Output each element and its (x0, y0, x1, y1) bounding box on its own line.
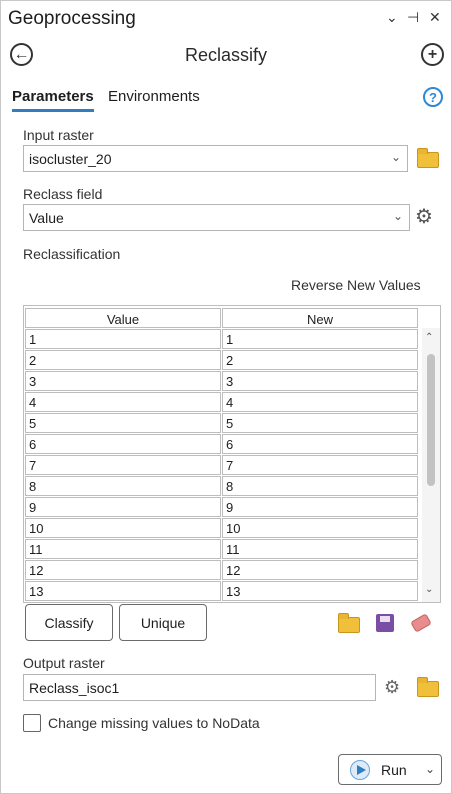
load-folder-icon[interactable] (338, 613, 360, 633)
value-cell[interactable]: 8 (25, 476, 221, 496)
value-cell[interactable]: 9 (25, 497, 221, 517)
add-plus-icon[interactable]: + (421, 43, 444, 66)
new-value-cell[interactable]: 9 (222, 497, 418, 517)
gear-icon[interactable]: ⚙ (415, 207, 433, 227)
pane-menu-icon[interactable]: ⌄ (386, 9, 398, 26)
input-raster-label: Input raster (23, 127, 94, 143)
tab-parameters[interactable]: Parameters (12, 88, 94, 112)
value-cell[interactable]: 7 (25, 455, 221, 475)
value-cell[interactable]: 6 (25, 434, 221, 454)
unique-button[interactable]: Unique (119, 604, 207, 641)
value-cell[interactable]: 13 (25, 581, 221, 601)
reclass-field-label: Reclass field (23, 186, 103, 202)
new-value-cell[interactable]: 3 (222, 371, 418, 391)
new-value-cell[interactable]: 5 (222, 413, 418, 433)
reverse-new-values-link[interactable]: Reverse New Values (291, 277, 421, 293)
classify-button[interactable]: Classify (25, 604, 113, 641)
help-icon[interactable]: ? (423, 87, 443, 107)
new-value-cell[interactable]: 1 (222, 329, 418, 349)
output-raster-input[interactable]: Reclass_isoc1 (23, 674, 376, 701)
run-label: Run (381, 762, 407, 778)
new-value-cell[interactable]: 11 (222, 539, 418, 559)
close-icon[interactable]: ✕ (429, 9, 441, 26)
column-header-value[interactable]: Value (25, 308, 221, 328)
tool-name: Reclassify (184, 45, 268, 65)
raster-dataset-icon[interactable]: ⚙ (384, 677, 400, 698)
value-cell[interactable]: 2 (25, 350, 221, 370)
output-raster-label: Output raster (23, 655, 105, 671)
input-raster-value: isocluster_20 (29, 151, 112, 167)
save-icon[interactable] (376, 614, 394, 632)
new-value-cell[interactable]: 10 (222, 518, 418, 538)
input-raster-select[interactable]: isocluster_20 ⌄ (23, 145, 408, 172)
chevron-down-icon: ⌄ (390, 150, 401, 164)
column-header-new[interactable]: New (222, 308, 418, 328)
value-cell[interactable]: 12 (25, 560, 221, 580)
scroll-up-icon[interactable]: ⌃ (425, 332, 433, 343)
new-value-cell[interactable]: 6 (222, 434, 418, 454)
browse-folder-icon[interactable] (417, 148, 439, 168)
new-value-cell[interactable]: 12 (222, 560, 418, 580)
pin-icon[interactable]: ⊣ (407, 9, 419, 26)
value-cell[interactable]: 3 (25, 371, 221, 391)
reclass-field-select[interactable]: Value ⌄ (23, 204, 410, 231)
missing-values-label: Change missing values to NoData (48, 715, 260, 731)
reclassification-label: Reclassification (23, 246, 121, 262)
scroll-down-icon[interactable]: ⌄ (425, 584, 433, 595)
browse-output-folder-icon[interactable] (417, 677, 439, 697)
value-cell[interactable]: 1 (25, 329, 221, 349)
value-cell[interactable]: 4 (25, 392, 221, 412)
value-cell[interactable]: 11 (25, 539, 221, 559)
missing-values-checkbox[interactable] (23, 714, 41, 732)
tab-environments[interactable]: Environments (108, 88, 200, 105)
new-value-cell[interactable]: 8 (222, 476, 418, 496)
value-cell[interactable]: 10 (25, 518, 221, 538)
scrollbar-thumb[interactable] (427, 354, 435, 486)
pane-title: Geoprocessing (8, 8, 136, 29)
value-cell[interactable]: 5 (25, 413, 221, 433)
run-button[interactable]: Run ⌄ (338, 754, 442, 785)
reclass-table: Value New 1 1 2 2 3 3 4 4 5 5 6 6 7 7 8 8 9 9 10 10 11 11 12 12… (23, 305, 441, 603)
new-value-cell[interactable]: 2 (222, 350, 418, 370)
run-play-icon (350, 760, 370, 780)
new-value-cell[interactable]: 13 (222, 581, 418, 601)
run-dropdown-icon[interactable]: ⌄ (425, 762, 435, 776)
reclass-field-value: Value (29, 210, 64, 226)
new-value-cell[interactable]: 7 (222, 455, 418, 475)
new-value-cell[interactable]: 4 (222, 392, 418, 412)
chevron-down-icon: ⌄ (392, 209, 403, 223)
